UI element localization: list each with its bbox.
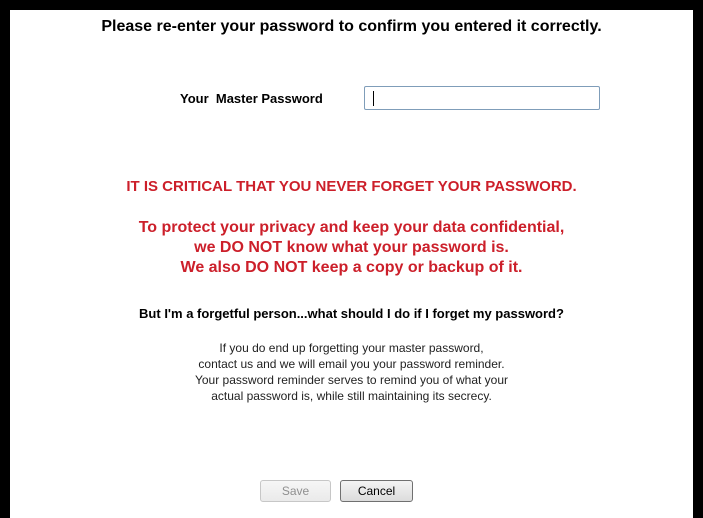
- answer-line: contact us and we will email you your pa…: [198, 357, 505, 371]
- critical-warning: IT IS CRITICAL THAT YOU NEVER FORGET YOU…: [126, 178, 577, 195]
- master-password-input[interactable]: [364, 86, 600, 110]
- answer-line: actual password is, while still maintain…: [211, 389, 492, 403]
- forgot-password-question: But I'm a forgetful person...what should…: [139, 306, 564, 321]
- privacy-notice-line: To protect your privacy and keep your da…: [138, 219, 565, 236]
- privacy-notice: To protect your privacy and keep your da…: [10, 218, 693, 278]
- answer-line: Your password reminder serves to remind …: [194, 373, 509, 387]
- master-password-row: Your Master Password: [10, 86, 693, 112]
- confirm-password-dialog: Please re-enter your password to confirm…: [10, 10, 693, 518]
- privacy-notice-line: we DO NOT know what your password is.: [194, 239, 509, 256]
- forgot-password-answer: If you do end up forgetting your master …: [10, 340, 693, 404]
- answer-line: If you do end up forgetting your master …: [219, 341, 484, 355]
- cancel-button[interactable]: Cancel: [340, 480, 413, 502]
- master-password-label: Your Master Password: [180, 91, 323, 106]
- save-button[interactable]: Save: [260, 480, 331, 502]
- page-title: Please re-enter your password to confirm…: [101, 18, 602, 35]
- text-caret: [373, 91, 374, 106]
- privacy-notice-line: We also DO NOT keep a copy or backup of …: [180, 259, 523, 276]
